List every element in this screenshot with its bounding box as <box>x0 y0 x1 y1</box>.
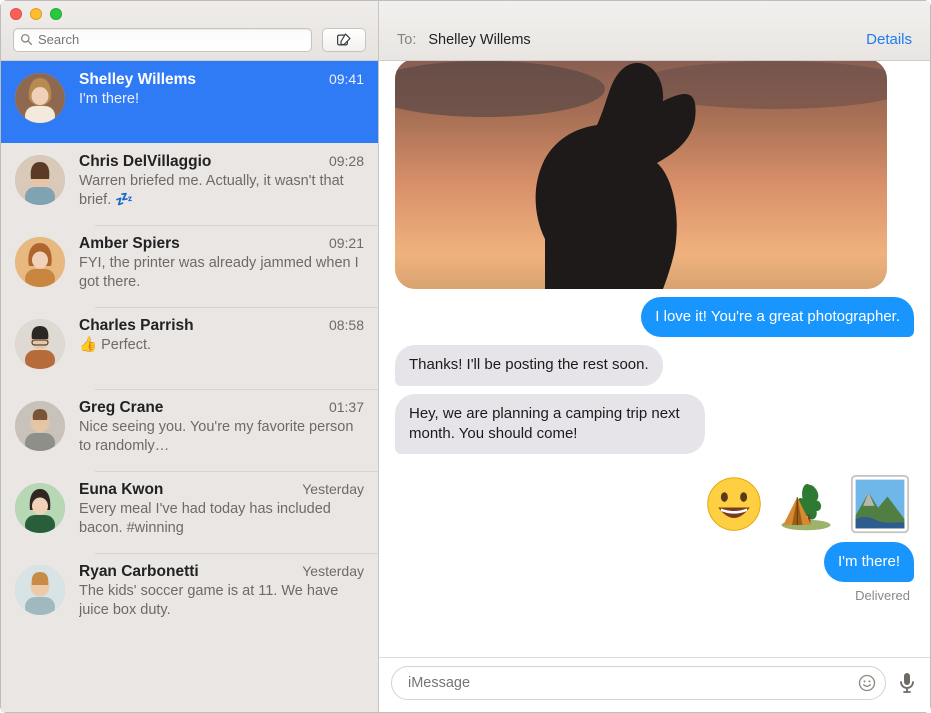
search-input[interactable] <box>38 32 305 47</box>
conversation-time: 01:37 <box>329 399 364 415</box>
message-row <box>395 61 914 289</box>
message-row <box>395 474 914 534</box>
conversation-preview: 👍 Perfect. <box>79 336 364 355</box>
conversation-name: Greg Crane <box>79 399 163 417</box>
conversation-time: 09:21 <box>329 235 364 251</box>
message-row: I love it! You're a great photographer. <box>395 297 914 337</box>
smiley-icon <box>857 673 877 693</box>
conversation-time: 09:41 <box>329 71 364 87</box>
avatar <box>15 73 65 123</box>
conversation-name: Amber Spiers <box>79 235 180 253</box>
microphone-icon <box>899 672 915 694</box>
conversation-header: To: Shelley Willems Details <box>379 1 930 61</box>
message-bubble-sent[interactable]: I love it! You're a great photographer. <box>641 297 914 337</box>
avatar <box>15 565 65 615</box>
emoji-picker-button[interactable] <box>856 672 878 694</box>
conversation-item[interactable]: Chris DelVillaggio 09:28 Warren briefed … <box>1 143 378 225</box>
conversation-time: 08:58 <box>329 317 364 333</box>
avatar <box>15 401 65 451</box>
conversation-name: Charles Parrish <box>79 317 194 335</box>
emoji-sticker-row[interactable] <box>706 474 914 534</box>
message-input[interactable] <box>391 666 886 700</box>
message-row: Hey, we are planning a camping trip next… <box>395 394 914 455</box>
search-field[interactable] <box>13 28 312 52</box>
grinning-face-emoji-icon <box>706 476 762 532</box>
conversation-item[interactable]: Charles Parrish 08:58 👍 Perfect. <box>1 307 378 389</box>
compose-icon <box>335 31 353 49</box>
conversation-item[interactable]: Euna Kwon Yesterday Every meal I've had … <box>1 471 378 553</box>
message-bubble-received[interactable]: Hey, we are planning a camping trip next… <box>395 394 705 455</box>
to-recipient[interactable]: Shelley Willems <box>428 32 530 48</box>
avatar <box>15 155 65 205</box>
window-minimize-button[interactable] <box>30 8 42 20</box>
conversation-name: Shelley Willems <box>79 71 196 89</box>
message-bubble-received[interactable]: Thanks! I'll be posting the rest soon. <box>395 345 663 385</box>
composer <box>379 657 930 712</box>
app-frame: Shelley Willems 09:41 I'm there! Chris D… <box>1 1 930 712</box>
conversation-item[interactable]: Greg Crane 01:37 Nice seeing you. You're… <box>1 389 378 471</box>
avatar <box>15 237 65 287</box>
avatar <box>15 483 65 533</box>
avatar <box>15 319 65 369</box>
details-button[interactable]: Details <box>866 31 912 48</box>
message-row: I'm there! <box>395 542 914 582</box>
conversation-pane: To: Shelley Willems Details <box>379 1 930 712</box>
search-icon <box>20 33 33 46</box>
to-label: To: <box>397 32 416 48</box>
delivery-status: Delivered <box>395 588 914 603</box>
conversation-name: Euna Kwon <box>79 481 163 499</box>
image-attachment[interactable] <box>395 61 887 289</box>
sidebar: Shelley Willems 09:41 I'm there! Chris D… <box>1 1 379 712</box>
conversation-name: Chris DelVillaggio <box>79 153 211 171</box>
message-row: Thanks! I'll be posting the rest soon. <box>395 345 914 385</box>
window-zoom-button[interactable] <box>50 8 62 20</box>
message-bubble-sent[interactable]: I'm there! <box>824 542 914 582</box>
conversation-name: Ryan Carbonetti <box>79 563 199 581</box>
conversation-preview: Warren briefed me. Actually, it wasn't t… <box>79 172 364 209</box>
message-thread[interactable]: I love it! You're a great photographer. … <box>379 61 930 657</box>
conversation-item[interactable]: Amber Spiers 09:21 FYI, the printer was … <box>1 225 378 307</box>
conversation-preview: Every meal I've had today has included b… <box>79 500 364 537</box>
landscape-photo-emoji-icon <box>850 474 910 534</box>
conversation-preview: Nice seeing you. You're my favorite pers… <box>79 418 364 455</box>
conversation-preview: I'm there! <box>79 90 364 109</box>
audio-message-button[interactable] <box>896 669 918 697</box>
camping-tent-emoji-icon <box>778 476 834 532</box>
compose-button[interactable] <box>322 28 366 52</box>
conversation-list: Shelley Willems 09:41 I'm there! Chris D… <box>1 61 378 712</box>
conversation-preview: The kids' soccer game is at 11. We have … <box>79 582 364 619</box>
conversation-item[interactable]: Ryan Carbonetti Yesterday The kids' socc… <box>1 553 378 635</box>
conversation-item[interactable]: Shelley Willems 09:41 I'm there! <box>1 61 378 143</box>
conversation-time: 09:28 <box>329 153 364 169</box>
conversation-preview: FYI, the printer was already jammed when… <box>79 254 364 291</box>
window-close-button[interactable] <box>10 8 22 20</box>
conversation-time: Yesterday <box>302 563 364 579</box>
conversation-time: Yesterday <box>302 481 364 497</box>
